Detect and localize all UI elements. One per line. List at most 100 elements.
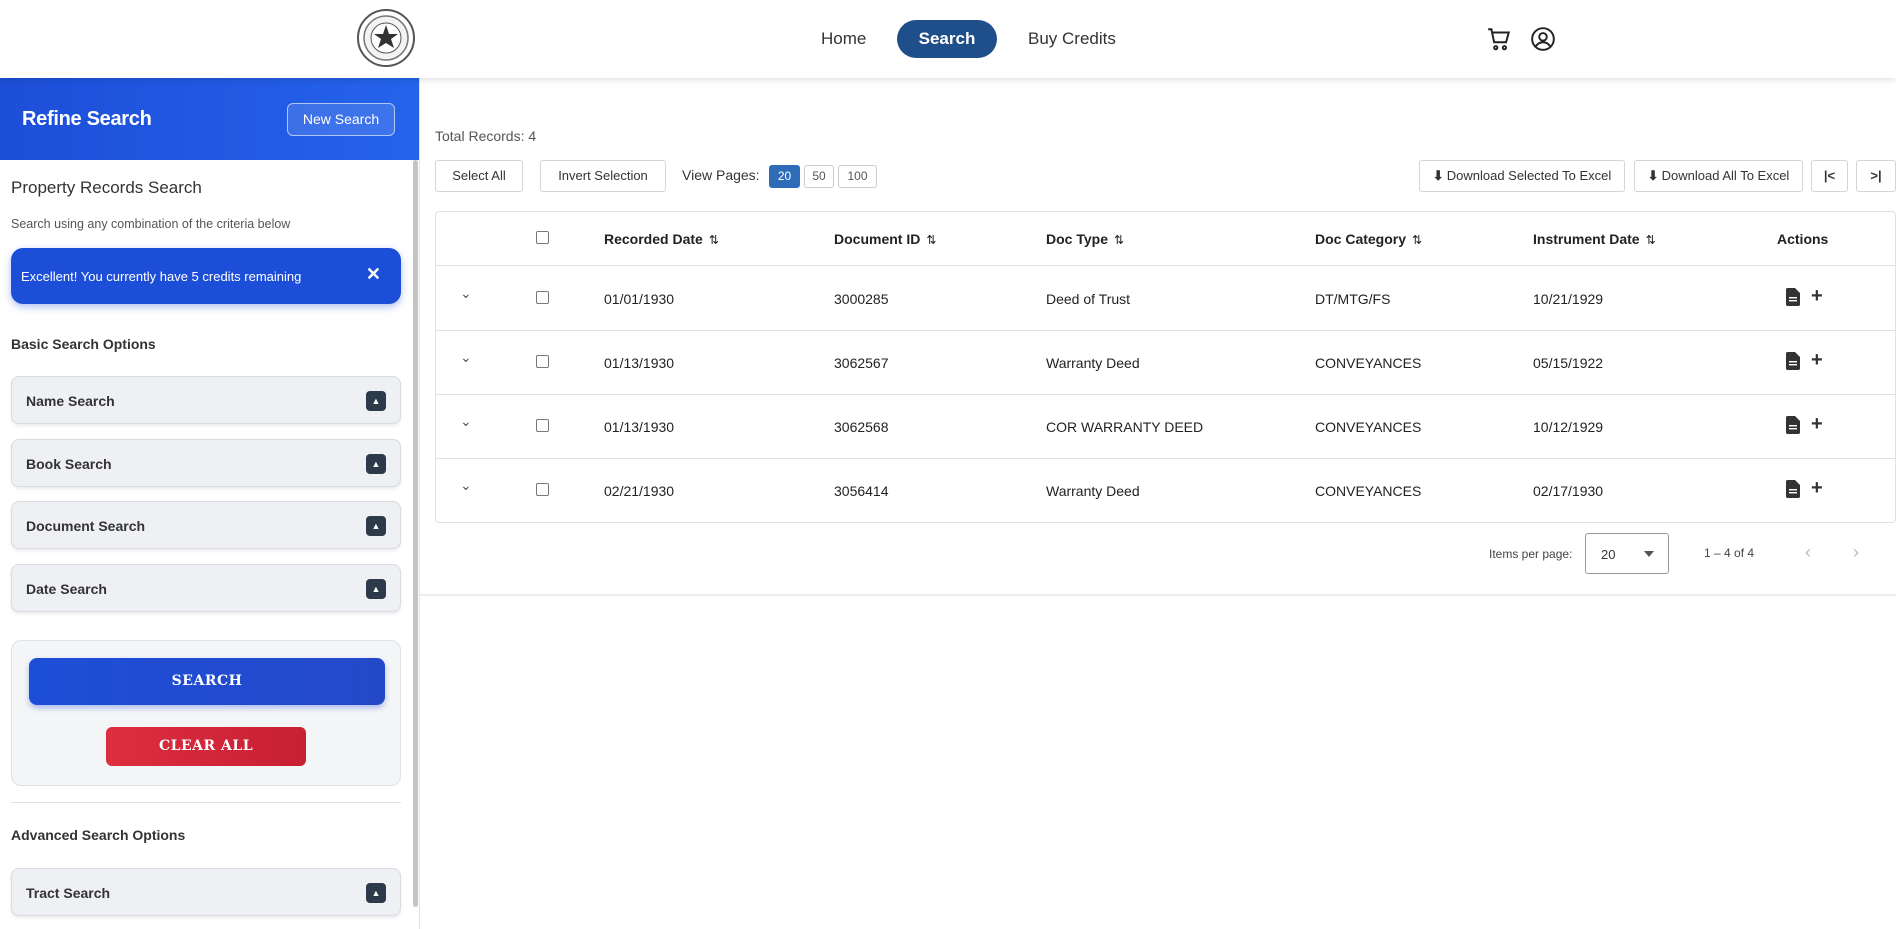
document-icon[interactable] [1786,352,1800,370]
table-header: Recorded Date ⇅ Document ID ⇅ Doc Type ⇅ Do… [436,212,1895,266]
cell-doc-type: Warranty Deed [1046,355,1140,371]
row-checkbox[interactable] [536,291,549,304]
cell-recorded-date: 01/01/1930 [604,291,675,307]
row-checkbox[interactable] [536,483,549,496]
col-recorded-date[interactable]: Recorded Date ⇅ [604,231,719,247]
view-pages-50[interactable]: 50 [804,165,834,188]
invert-selection-button[interactable]: Invert Selection [540,160,666,192]
download-selected-button[interactable]: ⬇ Download Selected To Excel [1419,160,1625,192]
cell-instrument-date: 10/12/1929 [1533,419,1604,435]
advanced-search-options-label: Advanced Search Options [11,827,186,843]
refine-search-sidebar: Refine Search New Search Property Record… [0,78,420,929]
search-actions-panel: SEARCH CLEAR ALL [11,640,401,786]
row-checkbox[interactable] [536,419,549,432]
cell-recorded-date: 01/13/1930 [604,355,675,371]
cell-instrument-date: 10/21/1929 [1533,291,1604,307]
sidebar-scrollbar[interactable] [413,160,418,907]
col-document-id[interactable]: Document ID ⇅ [834,231,936,247]
sort-icon[interactable]: ⇅ [926,233,936,247]
chevron-up-icon[interactable]: ▲ [366,579,386,599]
items-per-page-select[interactable]: 20 [1585,533,1669,574]
chevron-down-icon[interactable]: ⌄ [460,285,472,302]
chevron-down-icon[interactable]: ⌄ [460,349,472,366]
search-button[interactable]: SEARCH [29,658,385,705]
document-search-accordion[interactable]: Document Search ▲ [11,501,401,549]
col-doc-category[interactable]: Doc Category ⇅ [1315,231,1422,247]
basic-search-options-label: Basic Search Options [11,336,156,352]
sort-icon[interactable]: ⇅ [1646,233,1656,247]
sidebar-header: Refine Search New Search [0,78,419,160]
table-row: ⌄ 01/13/1930 3062568 COR WARRANTY DEED C… [436,395,1895,459]
chevron-left-icon[interactable]: ‹ [1805,542,1811,563]
nav-search[interactable]: Search [897,20,997,58]
section-divider [11,802,401,803]
download-selected-label: Download Selected To Excel [1446,168,1612,183]
accordion-label: Book Search [26,456,112,472]
view-pages-label: View Pages: [682,167,760,183]
col-instrument-date[interactable]: Instrument Date ⇅ [1533,231,1656,247]
download-all-button[interactable]: ⬇ Download All To Excel [1634,160,1803,192]
chevron-up-icon[interactable]: ▲ [366,883,386,903]
items-per-page-label: Items per page: [1489,547,1573,561]
chevron-down-icon[interactable]: ⌄ [460,477,472,494]
first-page-button[interactable]: |< [1811,160,1848,192]
total-records: Total Records: 4 [435,128,537,144]
document-icon[interactable] [1786,480,1800,498]
main-nav: Home Search Buy Credits [0,20,1896,58]
sort-icon[interactable]: ⇅ [1114,233,1124,247]
table-row: ⌄ 01/01/1930 3000285 Deed of Trust DT/MT… [436,267,1895,331]
close-icon[interactable]: ✕ [366,264,381,285]
cell-doc-type: Warranty Deed [1046,483,1140,499]
chevron-right-icon[interactable]: › [1853,542,1859,563]
add-icon[interactable]: + [1811,349,1823,372]
last-page-button[interactable]: >| [1856,160,1896,192]
clear-all-button[interactable]: CLEAR ALL [106,727,306,766]
cell-document-id: 3056414 [834,483,889,499]
sort-icon[interactable]: ⇅ [1412,233,1422,247]
dropdown-arrow-icon [1644,551,1654,557]
download-all-label: Download All To Excel [1661,168,1790,183]
document-icon[interactable] [1786,416,1800,434]
nav-buy-credits[interactable]: Buy Credits [1005,20,1139,58]
sort-icon[interactable]: ⇅ [709,233,719,247]
nav-home[interactable]: Home [798,20,889,58]
download-icon: ⬇ [1647,168,1659,183]
date-search-accordion[interactable]: Date Search ▲ [11,564,401,612]
add-icon[interactable]: + [1811,285,1823,308]
cell-recorded-date: 02/21/1930 [604,483,675,499]
page-range: 1 – 4 of 4 [1704,546,1755,560]
name-search-accordion[interactable]: Name Search ▲ [11,376,401,424]
cell-document-id: 3000285 [834,291,889,307]
cell-doc-category: CONVEYANCES [1315,355,1422,371]
items-per-page-value: 20 [1601,547,1616,562]
row-checkbox[interactable] [536,355,549,368]
add-icon[interactable]: + [1811,413,1823,436]
table-row: ⌄ 02/21/1930 3056414 Warranty Deed CONVE… [436,459,1895,523]
document-icon[interactable] [1786,288,1800,306]
view-pages-20[interactable]: 20 [769,165,800,188]
cell-recorded-date: 01/13/1930 [604,419,675,435]
cart-icon[interactable] [1486,26,1512,52]
accordion-label: Tract Search [26,885,111,901]
new-search-button[interactable]: New Search [287,103,395,136]
select-all-button[interactable]: Select All [435,160,523,192]
book-search-accordion[interactable]: Book Search ▲ [11,439,401,487]
view-pages-100[interactable]: 100 [838,165,877,188]
property-records-heading: Property Records Search [11,178,202,197]
select-all-checkbox[interactable] [536,231,549,244]
user-circle-icon[interactable] [1530,26,1556,52]
chevron-down-icon[interactable]: ⌄ [460,413,472,430]
credits-alert-message: Excellent! You currently have 5 credits … [21,269,302,284]
col-actions: Actions [1777,231,1829,247]
add-icon[interactable]: + [1811,477,1823,500]
tract-search-accordion[interactable]: Tract Search ▲ [11,868,401,916]
sidebar-title: Refine Search [22,108,152,130]
top-navbar: Home Search Buy Credits [0,0,1896,78]
chevron-up-icon[interactable]: ▲ [366,516,386,536]
chevron-up-icon[interactable]: ▲ [366,391,386,411]
cell-doc-category: DT/MTG/FS [1315,291,1391,307]
cell-document-id: 3062567 [834,355,889,371]
col-doc-type[interactable]: Doc Type ⇅ [1046,231,1124,247]
chevron-up-icon[interactable]: ▲ [366,454,386,474]
search-instructions: Search using any combination of the crit… [11,217,291,231]
